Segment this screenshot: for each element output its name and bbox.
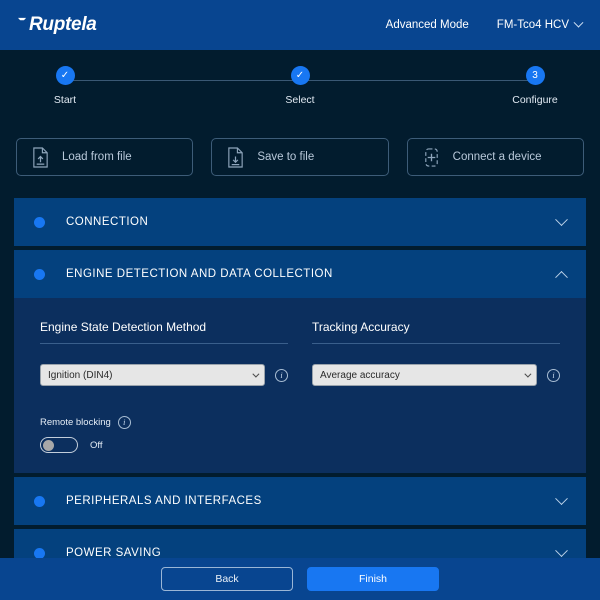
status-dot-icon bbox=[34, 268, 45, 280]
remote-blocking-label-row: Remote blocking i bbox=[40, 416, 560, 429]
device-plus-icon bbox=[424, 147, 438, 167]
file-upload-icon bbox=[33, 146, 48, 168]
back-button[interactable]: Back bbox=[161, 567, 293, 591]
wizard-stepper: ✓ Start ✓ Select 3 Configure bbox=[30, 66, 570, 128]
chevron-down-icon bbox=[252, 370, 260, 378]
status-dot-icon bbox=[34, 547, 45, 559]
field-engine-state-detection-method: Engine State Detection Method Ignition (… bbox=[40, 320, 288, 386]
stepper-step-select[interactable]: ✓ Select bbox=[265, 66, 335, 128]
step-badge: ✓ bbox=[290, 66, 310, 85]
section-peripherals-header[interactable]: PERIPHERALS AND INTERFACES bbox=[14, 477, 586, 525]
load-from-file-button[interactable]: Load from file bbox=[16, 138, 194, 176]
file-actions-toolbar: Load from file Save to file Connect a de… bbox=[16, 138, 584, 176]
section-engine-detection-header[interactable]: ENGINE DETECTION AND DATA COLLECTION bbox=[14, 250, 586, 298]
step-label: Configure bbox=[512, 94, 558, 106]
status-dot-icon bbox=[34, 495, 45, 507]
chevron-down-icon bbox=[524, 370, 532, 378]
step-badge: ✓ bbox=[55, 66, 75, 85]
step-label: Select bbox=[285, 94, 315, 106]
section-title: CONNECTION bbox=[66, 216, 149, 228]
section-title: PERIPHERALS AND INTERFACES bbox=[66, 495, 262, 507]
tracking-accuracy-select[interactable]: Average accuracy bbox=[312, 364, 537, 386]
info-icon[interactable]: i bbox=[547, 368, 560, 382]
header-right-group: Advanced Mode FM-Tco4 HCV bbox=[386, 17, 584, 31]
app-header: Ruptela Advanced Mode FM-Tco4 HCV bbox=[0, 0, 600, 50]
select-value: Ignition (DIN4) bbox=[48, 369, 113, 381]
chevron-down-icon bbox=[555, 543, 568, 557]
step-badge: 3 bbox=[525, 66, 545, 85]
section-title: ENGINE DETECTION AND DATA COLLECTION bbox=[66, 268, 333, 280]
field-tracking-accuracy: Tracking Accuracy Average accuracy i bbox=[312, 320, 560, 386]
select-value: Average accuracy bbox=[320, 369, 400, 381]
field-label: Engine State Detection Method bbox=[40, 320, 288, 344]
device-selector-label: FM-Tco4 HCV bbox=[496, 19, 569, 31]
remote-blocking-label: Remote blocking bbox=[40, 417, 111, 428]
load-from-file-label: Load from file bbox=[62, 151, 132, 163]
remote-blocking-block: Remote blocking i Off bbox=[40, 416, 560, 453]
connect-a-device-button[interactable]: Connect a device bbox=[406, 138, 584, 176]
logo-text: Ruptela bbox=[29, 14, 97, 35]
save-to-file-label: Save to file bbox=[257, 151, 315, 163]
device-selector[interactable]: FM-Tco4 HCV bbox=[496, 17, 584, 31]
section-connection: CONNECTION bbox=[14, 198, 586, 246]
connect-a-device-label: Connect a device bbox=[452, 151, 542, 163]
chevron-down-icon bbox=[555, 212, 568, 226]
remote-blocking-toggle[interactable] bbox=[40, 437, 78, 453]
finish-button[interactable]: Finish bbox=[307, 567, 439, 591]
engine-state-detection-method-select[interactable]: Ignition (DIN4) bbox=[40, 364, 265, 386]
info-icon[interactable]: i bbox=[275, 368, 288, 382]
advanced-mode-link[interactable]: Advanced Mode bbox=[386, 19, 469, 31]
wizard-footer: Back Finish bbox=[0, 558, 600, 600]
chevron-down-icon bbox=[573, 17, 584, 28]
stepper-step-start[interactable]: ✓ Start bbox=[30, 66, 100, 128]
configuration-sections: CONNECTION ENGINE DETECTION AND DATA COL… bbox=[14, 198, 586, 600]
stepper-steps: ✓ Start ✓ Select 3 Configure bbox=[30, 66, 570, 128]
step-label: Start bbox=[53, 94, 77, 106]
field-control: Ignition (DIN4) i bbox=[40, 364, 288, 386]
section-connection-header[interactable]: CONNECTION bbox=[14, 198, 586, 246]
file-download-icon bbox=[228, 146, 244, 168]
status-dot-icon bbox=[34, 216, 45, 228]
save-to-file-button[interactable]: Save to file bbox=[211, 138, 389, 176]
section-peripherals: PERIPHERALS AND INTERFACES bbox=[14, 477, 586, 525]
field-control: Average accuracy i bbox=[312, 364, 560, 386]
triangle-mark-icon bbox=[18, 17, 27, 24]
section-engine-detection-body: Engine State Detection Method Ignition (… bbox=[14, 298, 586, 473]
chevron-up-icon bbox=[555, 270, 568, 284]
stepper-step-configure[interactable]: 3 Configure bbox=[500, 66, 570, 128]
section-engine-detection: ENGINE DETECTION AND DATA COLLECTION Eng… bbox=[14, 250, 586, 473]
toggle-knob bbox=[43, 439, 54, 451]
remote-blocking-state: Off bbox=[90, 439, 103, 451]
field-label: Tracking Accuracy bbox=[312, 320, 560, 344]
chevron-down-icon bbox=[555, 491, 568, 505]
remote-blocking-row: Off bbox=[40, 437, 560, 453]
info-icon[interactable]: i bbox=[117, 416, 131, 429]
engine-field-row: Engine State Detection Method Ignition (… bbox=[40, 320, 560, 386]
ruptela-logo: Ruptela bbox=[18, 14, 97, 36]
